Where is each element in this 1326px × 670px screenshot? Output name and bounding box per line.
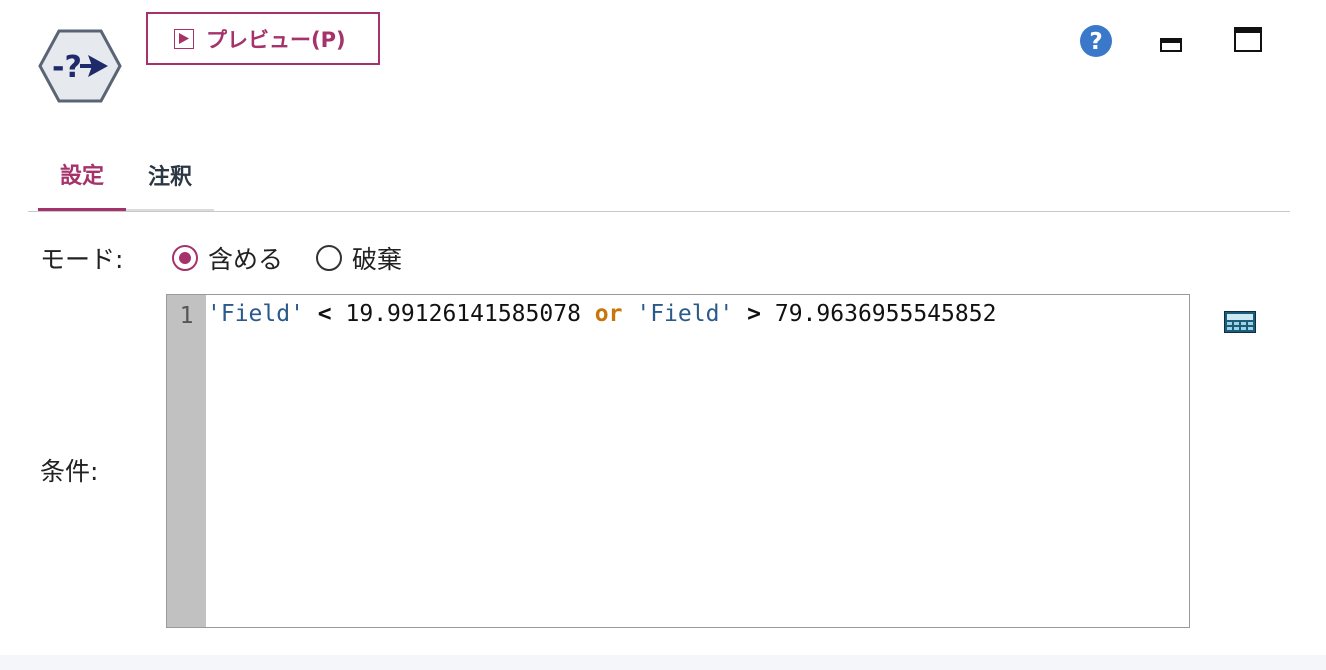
- condition-label: 条件:: [40, 457, 99, 486]
- select-node-icon: -?: [38, 28, 122, 104]
- play-icon: [174, 28, 194, 49]
- minimize-icon[interactable]: [1160, 37, 1182, 52]
- code-line[interactable]: 'Field' < 19.99126141585078 or 'Field' >…: [207, 301, 996, 327]
- token-keyword: or: [594, 301, 623, 327]
- maximize-icon[interactable]: [1234, 27, 1262, 52]
- radio-discard-button[interactable]: [316, 245, 342, 271]
- tab-annotations[interactable]: 注釈: [138, 140, 202, 210]
- condition-editor[interactable]: 1 'Field' < 19.99126141585078 or 'Field'…: [166, 294, 1190, 628]
- token-operator: <: [317, 301, 332, 327]
- token-field: 'Field': [636, 301, 734, 327]
- radio-include[interactable]: 含める: [172, 240, 283, 276]
- radio-include-button[interactable]: [172, 245, 198, 271]
- tab-divider: [126, 209, 214, 211]
- token-field: 'Field': [207, 301, 304, 327]
- preview-button[interactable]: プレビュー(P): [146, 12, 380, 65]
- tab-settings[interactable]: 設定: [38, 140, 126, 211]
- line-gutter: 1: [167, 295, 206, 627]
- token-number: 79.9636955545852: [774, 301, 997, 327]
- radio-discard-label: 破棄: [352, 245, 403, 274]
- mode-label: モード:: [40, 245, 124, 274]
- footer-bar: [0, 655, 1326, 670]
- tab-bar: 設定 注釈: [28, 140, 1290, 212]
- radio-include-label: 含める: [208, 245, 284, 274]
- svg-text:?: ?: [1089, 29, 1102, 55]
- radio-discard[interactable]: 破棄: [316, 240, 402, 276]
- line-number: 1: [179, 303, 194, 329]
- token-operator: >: [747, 301, 761, 327]
- preview-label: プレビュー(P): [206, 27, 346, 52]
- token-number: 19.99126141585078: [345, 301, 581, 327]
- expression-builder-icon[interactable]: [1224, 311, 1256, 333]
- help-icon[interactable]: ?: [1079, 24, 1113, 58]
- svg-text:-?: -?: [52, 50, 82, 85]
